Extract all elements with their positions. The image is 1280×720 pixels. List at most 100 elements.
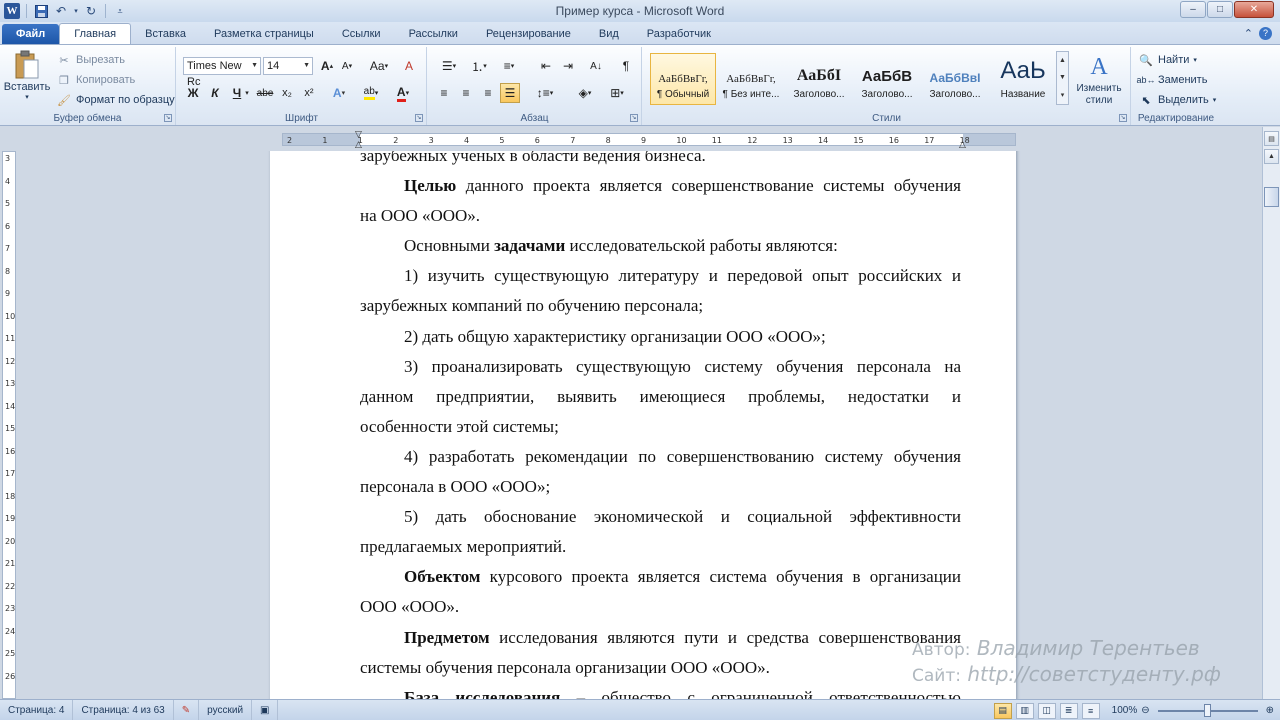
style-no-spacing[interactable]: АаБбВвГг, ¶ Без инте... [718, 53, 784, 105]
document-text[interactable]: зарубежных ученых в области ведения бизн… [360, 151, 961, 699]
replace-button[interactable]: ab↔ Заменить [1137, 71, 1208, 89]
align-right-button[interactable]: ≡ [478, 83, 498, 103]
save-icon[interactable] [33, 3, 49, 19]
change-styles-button[interactable]: A Изменить стили [1071, 51, 1127, 107]
justify-button[interactable]: ☰ [500, 83, 520, 103]
spellcheck-status[interactable]: ✎ [174, 699, 200, 720]
minimize-ribbon-icon[interactable]: ⌃ [1244, 27, 1253, 40]
font-color-button[interactable]: A ▾ [393, 83, 413, 103]
bold-term: Целью [404, 176, 457, 196]
status-page-count[interactable]: Страница: 4 из 63 [73, 699, 174, 720]
zoom-in-icon[interactable]: ⊕ [1266, 705, 1274, 716]
document-area[interactable]: зарубежных ученых в области ведения бизн… [18, 151, 1262, 699]
font-name-combo[interactable]: Times New Rc ▼ [183, 57, 261, 88]
ruler-toggle-icon[interactable]: ▤ [1264, 131, 1279, 146]
font-size-combo[interactable]: 14 ▼ [263, 57, 313, 75]
sort-button[interactable]: A↓ [586, 56, 606, 76]
clipboard-launcher-icon[interactable]: ↘ [164, 114, 172, 122]
macro-recording[interactable]: ▣ [252, 699, 279, 720]
bullets-button[interactable]: ☰ ▾ [436, 56, 462, 76]
tab-file[interactable]: Файл [2, 24, 60, 44]
zoom-level[interactable]: 100% [1112, 705, 1138, 716]
vertical-ruler[interactable]: 3 4 5 6 7 8 9 10 11 12 13 14 15 16 17 18 19 20 21 22 23 24 25 2… [2, 151, 16, 699]
undo-icon[interactable]: ↶ [53, 3, 69, 19]
tab-mailings[interactable]: Рассылки [395, 24, 472, 44]
align-center-button[interactable]: ≡ [456, 83, 476, 103]
tab-references[interactable]: Ссылки [328, 24, 395, 44]
underline-dropdown-icon[interactable]: ▾ [243, 83, 251, 103]
style-heading-3[interactable]: АаБбВвІ Заголово... [922, 53, 988, 105]
paste-button[interactable]: Вставить ▾ [4, 49, 50, 101]
strikethrough-button[interactable]: abe [255, 83, 275, 103]
outline-view-icon[interactable]: ≣ [1059, 702, 1078, 719]
tab-page-layout[interactable]: Разметка страницы [200, 24, 328, 44]
scrollbar-thumb[interactable] [1264, 187, 1279, 207]
tab-developer[interactable]: Разработчик [633, 24, 725, 44]
draft-view-icon[interactable]: ≡ [1081, 702, 1100, 719]
select-button[interactable]: ⬉ Выделить ▾ [1138, 91, 1216, 109]
scroll-down-icon[interactable]: ▼ [1059, 74, 1066, 81]
font-launcher-icon[interactable]: ↘ [415, 114, 423, 122]
horizontal-ruler[interactable]: 2 1 1 2 3 4 5 6 7 8 9 10 11 12 13 14 15 16 17 18 ▽ △ △ [0, 127, 1280, 151]
bold-button[interactable]: Ж [183, 83, 203, 103]
tab-view[interactable]: Вид [585, 24, 633, 44]
styles-launcher-icon[interactable]: ↘ [1119, 114, 1127, 122]
zoom-out-icon[interactable]: ⊖ [1141, 705, 1149, 716]
text-effects-button[interactable]: A ▾ [329, 83, 349, 103]
clear-formatting-button[interactable]: A [399, 56, 419, 76]
format-painter-button[interactable]: 🖌 Формат по образцу [56, 91, 175, 109]
numbering-button[interactable]: ⒈ ▾ [466, 56, 492, 76]
style-title[interactable]: АаЬ Название [990, 53, 1056, 105]
find-button[interactable]: 🔍 Найти ▾ [1138, 51, 1197, 69]
web-layout-icon[interactable]: ◫ [1037, 702, 1056, 719]
borders-button[interactable]: ⊞ ▾ [604, 83, 630, 103]
status-page[interactable]: Страница: 4 [0, 699, 74, 720]
paste-dropdown-icon[interactable]: ▾ [25, 93, 29, 101]
vertical-scrollbar[interactable]: ▤ ▲ [1262, 127, 1280, 699]
tab-home[interactable]: Главная [59, 23, 132, 44]
tab-insert[interactable]: Вставка [131, 24, 200, 44]
zoom-slider[interactable] [1157, 703, 1258, 717]
word-logo-icon[interactable]: W [4, 3, 20, 19]
line-spacing-button[interactable]: ↕≡ ▾ [532, 83, 558, 103]
minimize-button[interactable]: – [1180, 1, 1206, 18]
help-icon[interactable]: ? [1259, 27, 1272, 40]
shading-button[interactable]: ◈ ▾ [572, 83, 598, 103]
customize-toolbar-icon[interactable]: ⩡ [112, 3, 128, 19]
cut-button[interactable]: ✂ Вырезать [56, 51, 125, 69]
style-normal[interactable]: АаБбВвГг, ¶ Обычный [650, 53, 716, 105]
style-heading-1[interactable]: АаБбІ Заголово... [786, 53, 852, 105]
subscript-button[interactable]: x₂ [277, 83, 297, 103]
close-button[interactable]: ✕ [1234, 1, 1274, 18]
scroll-up-icon[interactable]: ▲ [1264, 149, 1279, 164]
italic-button[interactable]: К [205, 83, 225, 103]
styles-gallery-scroll[interactable]: ▲ ▼ ▾ [1056, 51, 1069, 105]
undo-dropdown-icon[interactable]: ▾ [73, 3, 79, 19]
increase-indent-button[interactable]: ⇥ [558, 56, 578, 76]
status-language[interactable]: русский [199, 699, 253, 720]
show-marks-button[interactable]: ¶ [616, 56, 636, 76]
right-indent-marker[interactable]: △ [959, 139, 966, 150]
scroll-up-icon[interactable]: ▲ [1059, 57, 1066, 64]
redo-icon[interactable]: ↻ [83, 3, 99, 19]
paragraph-launcher-icon[interactable]: ↘ [630, 114, 638, 122]
text-line: Предметом исследования являются пути и с… [360, 623, 961, 653]
style-heading-2[interactable]: АаБбВ Заголово... [854, 53, 920, 105]
highlight-button[interactable]: ab ▾ [361, 83, 381, 103]
hanging-indent-marker[interactable]: △ [355, 139, 362, 150]
align-left-button[interactable]: ≡ [434, 83, 454, 103]
superscript-button[interactable]: x² [299, 83, 319, 103]
tab-review[interactable]: Рецензирование [472, 24, 585, 44]
grow-font-button[interactable]: A ▴ [317, 56, 337, 76]
decrease-indent-button[interactable]: ⇤ [536, 56, 556, 76]
copy-button[interactable]: ❐ Копировать [56, 71, 135, 89]
zoom-slider-thumb[interactable] [1203, 703, 1211, 717]
maximize-button[interactable]: □ [1207, 1, 1233, 18]
more-styles-icon[interactable]: ▾ [1061, 91, 1065, 99]
change-case-button[interactable]: Aa ▾ [365, 56, 393, 76]
multilevel-list-button[interactable]: ≡ ▾ [496, 56, 522, 76]
document-page[interactable]: зарубежных ученых в области ведения бизн… [270, 151, 1016, 699]
shrink-font-button[interactable]: A ▾ [337, 56, 357, 76]
print-layout-view-icon[interactable]: ▤ [993, 702, 1012, 719]
full-screen-reading-icon[interactable]: ▥ [1015, 702, 1034, 719]
